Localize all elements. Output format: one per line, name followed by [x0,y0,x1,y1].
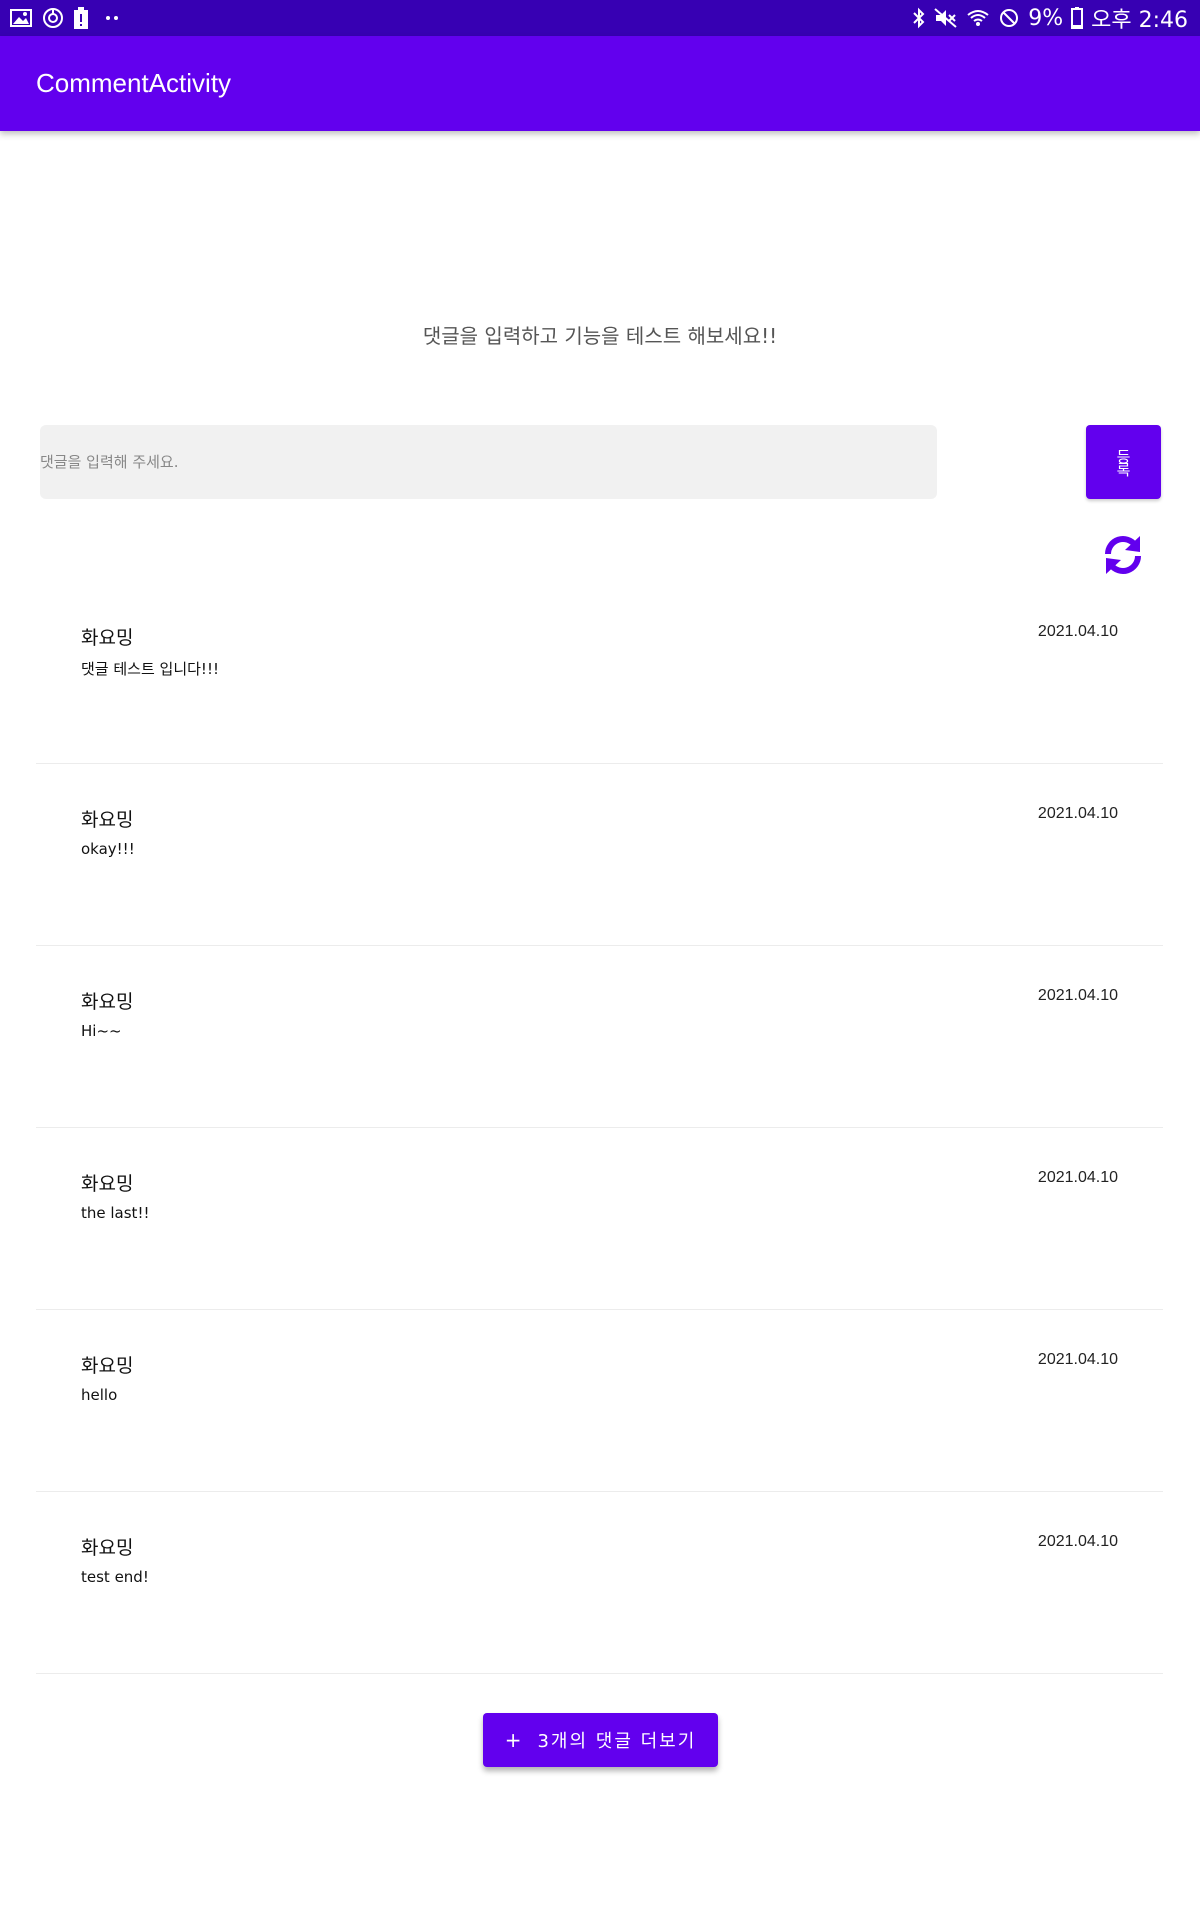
wifi-icon [966,8,990,28]
comment-item: 화요밍 2021.04.10 test end! [36,1492,1163,1674]
sync-icon [42,7,64,29]
comment-date: 2021.04.10 [1037,1351,1118,1368]
comment-item: 화요밍 2021.04.10 the last!! [36,1128,1163,1310]
comment-date: 2021.04.10 [1037,623,1118,640]
comment-text: test end! [81,1568,149,1586]
comment-item: 화요밍 2021.04.10 okay!!! [36,764,1163,946]
battery-alert-icon [74,7,88,29]
clock: 오후 2:46 [1091,8,1188,33]
mute-icon [934,7,958,29]
comment-author: 화요밍 [81,991,134,1013]
image-icon [10,8,32,28]
comment-author: 화요밍 [81,809,134,831]
comment-item: 화요밍 2021.04.10 댓글 테스트 입니다!!! [36,582,1163,764]
status-left-icons [10,6,128,30]
comment-text: hello [81,1386,118,1404]
comment-author: 화요밍 [81,1537,134,1559]
comment-input[interactable] [40,425,937,499]
comment-item: 화요밍 2021.04.10 hello [36,1310,1163,1492]
comment-text: okay!!! [81,840,135,858]
refresh-button[interactable] [1100,532,1146,578]
comment-text: Hi~~ [81,1022,122,1040]
battery-percent: 9% [1028,5,1064,31]
bluetooth-icon [912,7,926,29]
comment-author: 화요밍 [81,1355,134,1377]
app-title: CommentActivity [36,68,232,98]
comment-date: 2021.04.10 [1037,1169,1118,1186]
comment-text: the last!! [81,1204,150,1222]
comment-date: 2021.04.10 [1037,987,1118,1004]
status-bar: 9% 오후 2:46 [0,0,1200,36]
comment-text: 댓글 테스트 입니다!!! [81,660,219,678]
load-more-label: 3개의 댓글 더보기 [537,1731,697,1752]
app-bar: CommentActivity [0,36,1200,131]
comment-author: 화요밍 [81,1173,134,1195]
load-more-comments-button[interactable]: + 3개의 댓글 더보기 [483,1713,718,1767]
plus-icon: + [504,1728,524,1752]
more-dots-icon [98,13,128,23]
comment-item: 화요밍 2021.04.10 Hi~~ [36,946,1163,1128]
register-button[interactable]: 등록 [1086,425,1161,499]
battery-icon [1071,7,1084,29]
comment-author: 화요밍 [81,627,134,649]
refresh-icon [1100,536,1146,582]
register-button-label: 등록 [1114,449,1132,475]
prompt-text: 댓글을 입력하고 기능을 테스트 해보세요!! [422,324,778,348]
comment-date: 2021.04.10 [1037,1533,1118,1550]
block-icon [998,7,1020,29]
comment-date: 2021.04.10 [1037,805,1118,822]
comment-list: 화요밍 2021.04.10 댓글 테스트 입니다!!! 화요밍 2021.04… [36,582,1163,1674]
status-right-icons: 9% 오후 2:46 [912,4,1188,33]
